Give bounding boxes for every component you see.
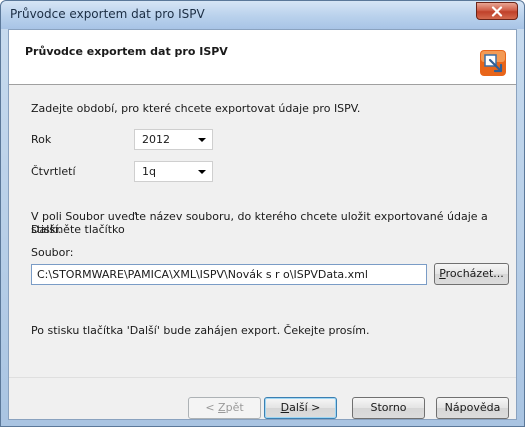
status-text: Po stisku tlačítka 'Další' bude zahájen … — [31, 324, 370, 337]
back-label: pět — [225, 401, 244, 414]
next-accel: D — [280, 401, 290, 414]
dialog-window: Průvodce exportem dat pro ISPV Průvodce … — [0, 0, 525, 427]
ctvrtleti-select[interactable]: 1q — [134, 161, 213, 182]
wizard-header: Průvodce exportem dat pro ISPV — [9, 30, 516, 85]
file-label: Soubor: — [31, 246, 74, 259]
footer-divider — [9, 377, 516, 378]
back-prefix: < — [205, 401, 219, 414]
file-path-input[interactable]: C:\STORMWARE\PAMICA\XML\ISPV\Novák s r o… — [31, 264, 427, 285]
chevron-down-icon — [198, 138, 206, 142]
title-bar[interactable]: Průvodce exportem dat pro ISPV — [1, 1, 524, 29]
file-instruction-line1: V poli Soubor uveďte název souboru, do k… — [31, 210, 488, 236]
wizard-title: Průvodce exportem dat pro ISPV — [25, 45, 228, 58]
close-button[interactable] — [476, 2, 518, 20]
export-logo-icon — [480, 50, 506, 76]
browse-label: rocházet... — [445, 267, 504, 280]
rok-label: Rok — [31, 133, 52, 146]
cancel-button[interactable]: Storno — [352, 397, 425, 419]
back-button[interactable]: < Zpět — [188, 397, 261, 419]
ctvrtleti-value: 1q — [142, 165, 156, 178]
rok-select[interactable]: 2012 — [134, 129, 213, 150]
intro-text: Zadejte období, pro které chcete exporto… — [31, 102, 361, 115]
file-instruction-line2: Další. — [31, 223, 62, 236]
next-label: alší > — [289, 401, 321, 414]
back-accel: Z — [218, 401, 226, 414]
help-button[interactable]: Nápověda — [436, 397, 509, 419]
ctvrtleti-label: Čtvrtletí — [31, 165, 76, 178]
rok-value: 2012 — [142, 133, 170, 146]
dialog-client: Průvodce exportem dat pro ISPV Zadejte o… — [8, 29, 517, 420]
chevron-down-icon — [198, 170, 206, 174]
next-button[interactable]: Další > — [264, 397, 337, 419]
browse-button[interactable]: Procházet... — [434, 263, 509, 285]
window-title: Průvodce exportem dat pro ISPV — [10, 7, 205, 21]
close-icon — [491, 5, 503, 17]
